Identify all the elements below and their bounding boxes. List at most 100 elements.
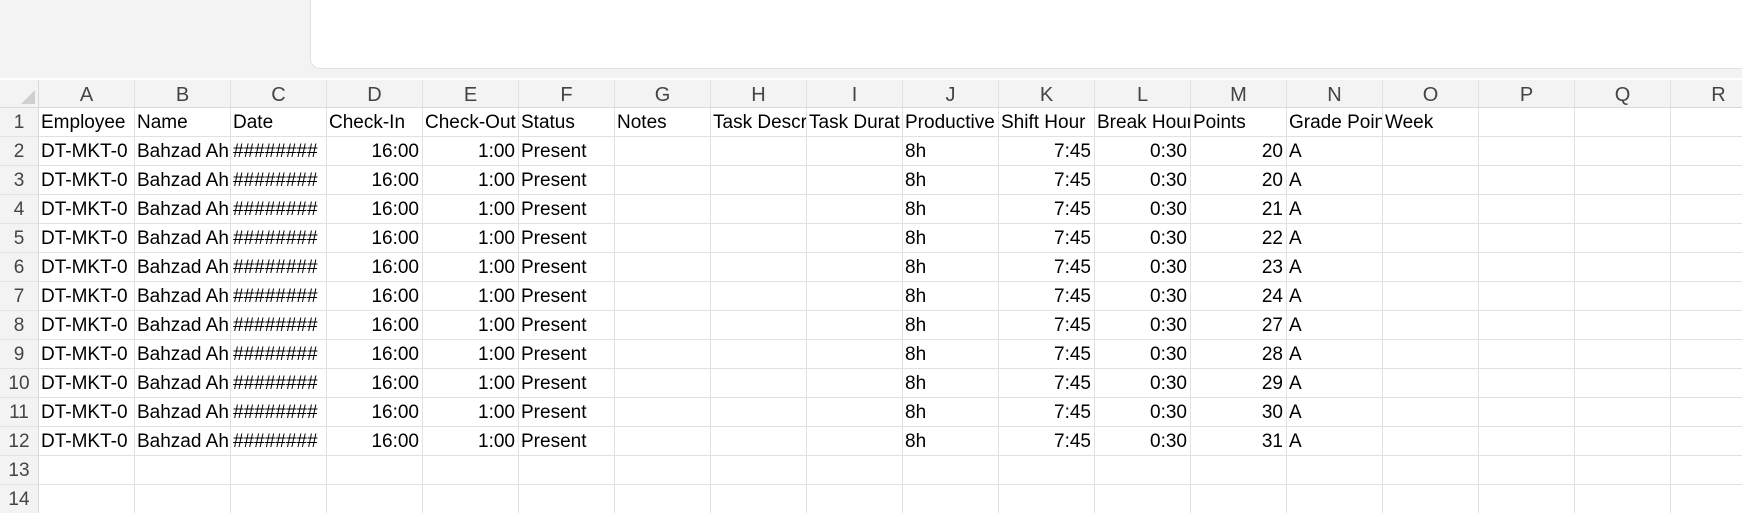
cell-q8[interactable] — [1575, 311, 1671, 340]
column-header-q[interactable]: Q — [1575, 80, 1671, 107]
cell-q5[interactable] — [1575, 224, 1671, 253]
column-header-h[interactable]: H — [711, 80, 807, 107]
cell-k10[interactable]: 7:45 — [999, 369, 1095, 398]
cell-j1[interactable]: Productive — [903, 108, 999, 137]
column-header-e[interactable]: E — [423, 80, 519, 107]
cell-d1[interactable]: Check-In — [327, 108, 423, 137]
cell-o5[interactable] — [1383, 224, 1479, 253]
cell-r7[interactable] — [1671, 282, 1742, 311]
cell-g9[interactable] — [615, 340, 711, 369]
cell-c3[interactable]: ######## — [231, 166, 327, 195]
cell-d2[interactable]: 16:00 — [327, 137, 423, 166]
row-header-3[interactable]: 3 — [0, 166, 38, 195]
cell-m1[interactable]: Points — [1191, 108, 1287, 137]
cell-r6[interactable] — [1671, 253, 1742, 282]
cell-q10[interactable] — [1575, 369, 1671, 398]
cell-o11[interactable] — [1383, 398, 1479, 427]
cell-m14[interactable] — [1191, 485, 1287, 513]
cell-m12[interactable]: 31 — [1191, 427, 1287, 456]
cell-q9[interactable] — [1575, 340, 1671, 369]
row-header-6[interactable]: 6 — [0, 253, 38, 282]
cell-m11[interactable]: 30 — [1191, 398, 1287, 427]
cell-n10[interactable]: A — [1287, 369, 1383, 398]
cell-d9[interactable]: 16:00 — [327, 340, 423, 369]
cell-r8[interactable] — [1671, 311, 1742, 340]
cell-b9[interactable]: Bahzad Ah — [135, 340, 231, 369]
cell-r10[interactable] — [1671, 369, 1742, 398]
cell-i3[interactable] — [807, 166, 903, 195]
cell-p10[interactable] — [1479, 369, 1575, 398]
cell-h2[interactable] — [711, 137, 807, 166]
cell-a5[interactable]: DT-MKT-0 — [39, 224, 135, 253]
cell-r14[interactable] — [1671, 485, 1742, 513]
cell-k12[interactable]: 7:45 — [999, 427, 1095, 456]
column-header-p[interactable]: P — [1479, 80, 1575, 107]
cell-i5[interactable] — [807, 224, 903, 253]
cell-g2[interactable] — [615, 137, 711, 166]
column-header-m[interactable]: M — [1191, 80, 1287, 107]
column-header-i[interactable]: I — [807, 80, 903, 107]
cell-o9[interactable] — [1383, 340, 1479, 369]
cell-n2[interactable]: A — [1287, 137, 1383, 166]
cell-g3[interactable] — [615, 166, 711, 195]
cell-j11[interactable]: 8h — [903, 398, 999, 427]
cell-a8[interactable]: DT-MKT-0 — [39, 311, 135, 340]
cell-c6[interactable]: ######## — [231, 253, 327, 282]
column-header-j[interactable]: J — [903, 80, 999, 107]
cell-h11[interactable] — [711, 398, 807, 427]
column-header-a[interactable]: A — [39, 80, 135, 107]
cell-h7[interactable] — [711, 282, 807, 311]
cell-b11[interactable]: Bahzad Ah — [135, 398, 231, 427]
cell-g13[interactable] — [615, 456, 711, 485]
cell-o13[interactable] — [1383, 456, 1479, 485]
cell-i6[interactable] — [807, 253, 903, 282]
column-header-b[interactable]: B — [135, 80, 231, 107]
row-header-1[interactable]: 1 — [0, 108, 38, 137]
cell-c13[interactable] — [231, 456, 327, 485]
cell-p6[interactable] — [1479, 253, 1575, 282]
cell-q13[interactable] — [1575, 456, 1671, 485]
cell-f9[interactable]: Present — [519, 340, 615, 369]
cell-e4[interactable]: 1:00 — [423, 195, 519, 224]
cell-b8[interactable]: Bahzad Ah — [135, 311, 231, 340]
cell-q3[interactable] — [1575, 166, 1671, 195]
cell-i10[interactable] — [807, 369, 903, 398]
cell-l4[interactable]: 0:30 — [1095, 195, 1191, 224]
row-header-9[interactable]: 9 — [0, 340, 38, 369]
cell-m4[interactable]: 21 — [1191, 195, 1287, 224]
cell-g6[interactable] — [615, 253, 711, 282]
cell-r13[interactable] — [1671, 456, 1742, 485]
cell-p7[interactable] — [1479, 282, 1575, 311]
cell-n3[interactable]: A — [1287, 166, 1383, 195]
cell-h6[interactable] — [711, 253, 807, 282]
cell-f11[interactable]: Present — [519, 398, 615, 427]
cell-h8[interactable] — [711, 311, 807, 340]
cell-k5[interactable]: 7:45 — [999, 224, 1095, 253]
cell-e12[interactable]: 1:00 — [423, 427, 519, 456]
cell-c1[interactable]: Date — [231, 108, 327, 137]
cell-a4[interactable]: DT-MKT-0 — [39, 195, 135, 224]
cell-i1[interactable]: Task Durat — [807, 108, 903, 137]
cell-j5[interactable]: 8h — [903, 224, 999, 253]
cell-p11[interactable] — [1479, 398, 1575, 427]
cell-l5[interactable]: 0:30 — [1095, 224, 1191, 253]
cell-l2[interactable]: 0:30 — [1095, 137, 1191, 166]
formula-bar[interactable] — [310, 0, 1742, 69]
cell-j6[interactable]: 8h — [903, 253, 999, 282]
cell-h10[interactable] — [711, 369, 807, 398]
cell-l9[interactable]: 0:30 — [1095, 340, 1191, 369]
cell-h9[interactable] — [711, 340, 807, 369]
cell-l1[interactable]: Break Hour — [1095, 108, 1191, 137]
cell-m3[interactable]: 20 — [1191, 166, 1287, 195]
cell-f12[interactable]: Present — [519, 427, 615, 456]
cell-l3[interactable]: 0:30 — [1095, 166, 1191, 195]
cell-f7[interactable]: Present — [519, 282, 615, 311]
cell-k2[interactable]: 7:45 — [999, 137, 1095, 166]
cell-b3[interactable]: Bahzad Ah — [135, 166, 231, 195]
cell-l8[interactable]: 0:30 — [1095, 311, 1191, 340]
cell-b4[interactable]: Bahzad Ah — [135, 195, 231, 224]
cell-p13[interactable] — [1479, 456, 1575, 485]
cell-i4[interactable] — [807, 195, 903, 224]
cell-d8[interactable]: 16:00 — [327, 311, 423, 340]
cell-q2[interactable] — [1575, 137, 1671, 166]
